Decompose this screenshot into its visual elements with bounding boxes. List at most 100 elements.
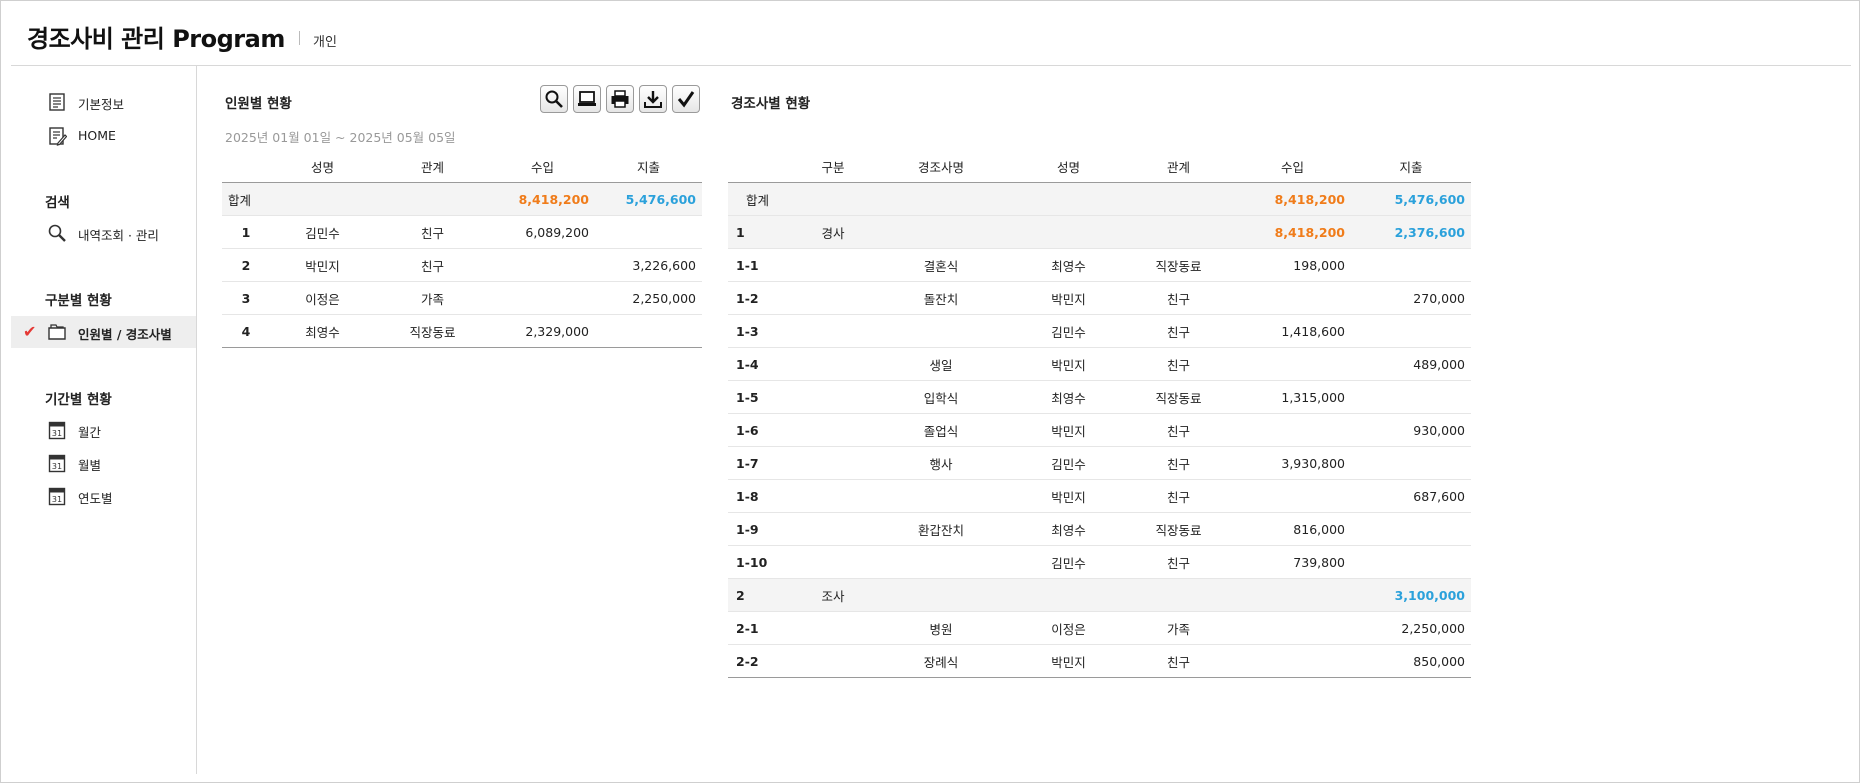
table-row[interactable]: 1-6 졸업식 박민지 친구 930,000 [728,413,1471,447]
print-button[interactable] [606,85,634,113]
person-name: 김민수 [1014,314,1123,348]
group-row[interactable]: 1 경사 8,418,200 2,376,600 [728,215,1471,249]
relation: 친구 [1123,413,1234,447]
sidebar-item-label: 월간 [78,425,102,440]
person-name: 최영수 [1014,248,1123,282]
svg-text:31: 31 [52,495,62,504]
column-header: 수입 [1234,151,1351,183]
sidebar-item-basic-info[interactable]: 기본정보 [11,86,196,118]
column-header: 관계 [1123,151,1234,183]
table-row[interactable]: 1-1 결혼식 최영수 직장동료 198,000 [728,248,1471,282]
table-row[interactable]: 1-10 김민수 친구 739,800 [728,545,1471,579]
person-name [1014,215,1123,249]
relation: 친구 [1123,479,1234,513]
income: 2,329,000 [490,314,595,348]
row-number: 1-10 [728,545,798,579]
table-row[interactable]: 1-8 박민지 친구 687,600 [728,479,1471,513]
sidebar-item-home[interactable]: HOME [11,120,196,152]
event-name [868,578,1014,612]
expense [1351,512,1471,546]
column-header [728,151,798,183]
event-name: 행사 [868,446,1014,480]
magnifier-icon [48,224,66,242]
group-row[interactable]: 2 조사 3,100,000 [728,578,1471,612]
relation: 직장동료 [375,314,490,348]
income [1234,281,1351,315]
sidebar-item-label: 연도별 [78,491,113,506]
person-summary-table: 성명 관계 수입 지출 합계 8,418,200 5,476,600 1 김민수… [222,151,702,348]
sidebar-item-person-event[interactable]: ✔ 인원별 / 경조사별 [11,316,196,348]
sidebar-item-by-year[interactable]: 31 연도별 [11,480,196,512]
relation: 친구 [1123,314,1234,348]
expense: 687,600 [1351,479,1471,513]
sidebar-section-category: 구분별 현황 [45,293,112,309]
total-label: 합계 [222,182,270,216]
search-button[interactable] [540,85,568,113]
expense: 270,000 [1351,281,1471,315]
person-name: 최영수 [270,314,375,348]
table-row[interactable]: 1-3 김민수 친구 1,418,600 [728,314,1471,348]
person-name: 이정은 [1014,611,1123,645]
row-number: 4 [222,314,270,348]
expense [1351,446,1471,480]
expense: 2,250,000 [1351,611,1471,645]
relation: 친구 [1123,281,1234,315]
table-row[interactable]: 2-1 병원 이정은 가족 2,250,000 [728,611,1471,645]
category: 경사 [798,215,868,249]
expense: 3,226,600 [595,248,702,282]
sidebar-item-by-month[interactable]: 31 월별 [11,447,196,479]
total-row: 합계 8,418,200 5,476,600 [728,182,1471,216]
total-label: 합계 [728,182,798,216]
table-row[interactable]: 1-2 돌잔치 박민지 친구 270,000 [728,281,1471,315]
event-name: 생일 [868,347,1014,381]
table-row[interactable]: 4 최영수 직장동료 2,329,000 [222,314,702,348]
date-range: 2025년 01월 01일 ~ 2025년 05월 05일 [225,130,456,145]
expense [1351,380,1471,414]
income [1234,413,1351,447]
sidebar-item-monthly-summary[interactable]: 31 월간 [11,414,196,446]
person-name: 최영수 [1014,380,1123,414]
table-row[interactable]: 1-5 입학식 최영수 직장동료 1,315,000 [728,380,1471,414]
confirm-button[interactable] [672,85,700,113]
sidebar-section-search: 검색 [45,195,70,211]
row-number: 1-2 [728,281,798,315]
column-header: 경조사명 [868,151,1014,183]
table-row[interactable]: 2-2 장례식 박민지 친구 850,000 [728,644,1471,678]
category [798,314,868,348]
person-name [1014,578,1123,612]
category [798,413,868,447]
expense [595,314,702,348]
category [798,512,868,546]
download-button[interactable] [639,85,667,113]
edit-document-icon [49,127,67,146]
relation: 직장동료 [1123,380,1234,414]
table-row[interactable]: 1-4 생일 박민지 친구 489,000 [728,347,1471,381]
relation [1123,578,1234,612]
svg-text:31: 31 [52,462,62,471]
expense: 489,000 [1351,347,1471,381]
table-row[interactable]: 3 이정은 가족 2,250,000 [222,281,702,315]
table-row[interactable]: 1-9 환갑잔치 최영수 직장동료 816,000 [728,512,1471,546]
app-title: 경조사비 관리 Program [27,25,285,53]
event-name: 병원 [868,611,1014,645]
person-name: 김민수 [270,215,375,249]
person-name: 박민지 [270,248,375,282]
category [798,545,868,579]
table-row[interactable]: 2 박민지 친구 3,226,600 [222,248,702,282]
sidebar-item-label: 내역조회 · 관리 [78,228,159,243]
svg-text:31: 31 [52,429,62,438]
event-name [868,479,1014,513]
row-number: 1-1 [728,248,798,282]
table-row[interactable]: 1-7 행사 김민수 친구 3,930,800 [728,446,1471,480]
row-number: 3 [222,281,270,315]
monitor-icon [578,91,596,106]
total-expense: 5,476,600 [1351,182,1471,216]
monitor-button[interactable] [573,85,601,113]
print-icon [611,90,629,108]
table-row[interactable]: 1 김민수 친구 6,089,200 [222,215,702,249]
sidebar-item-search-manage[interactable]: 내역조회 · 관리 [11,217,196,249]
expense: 850,000 [1351,644,1471,678]
relation: 직장동료 [1123,248,1234,282]
expense: 2,376,600 [1351,215,1471,249]
row-number: 2 [222,248,270,282]
